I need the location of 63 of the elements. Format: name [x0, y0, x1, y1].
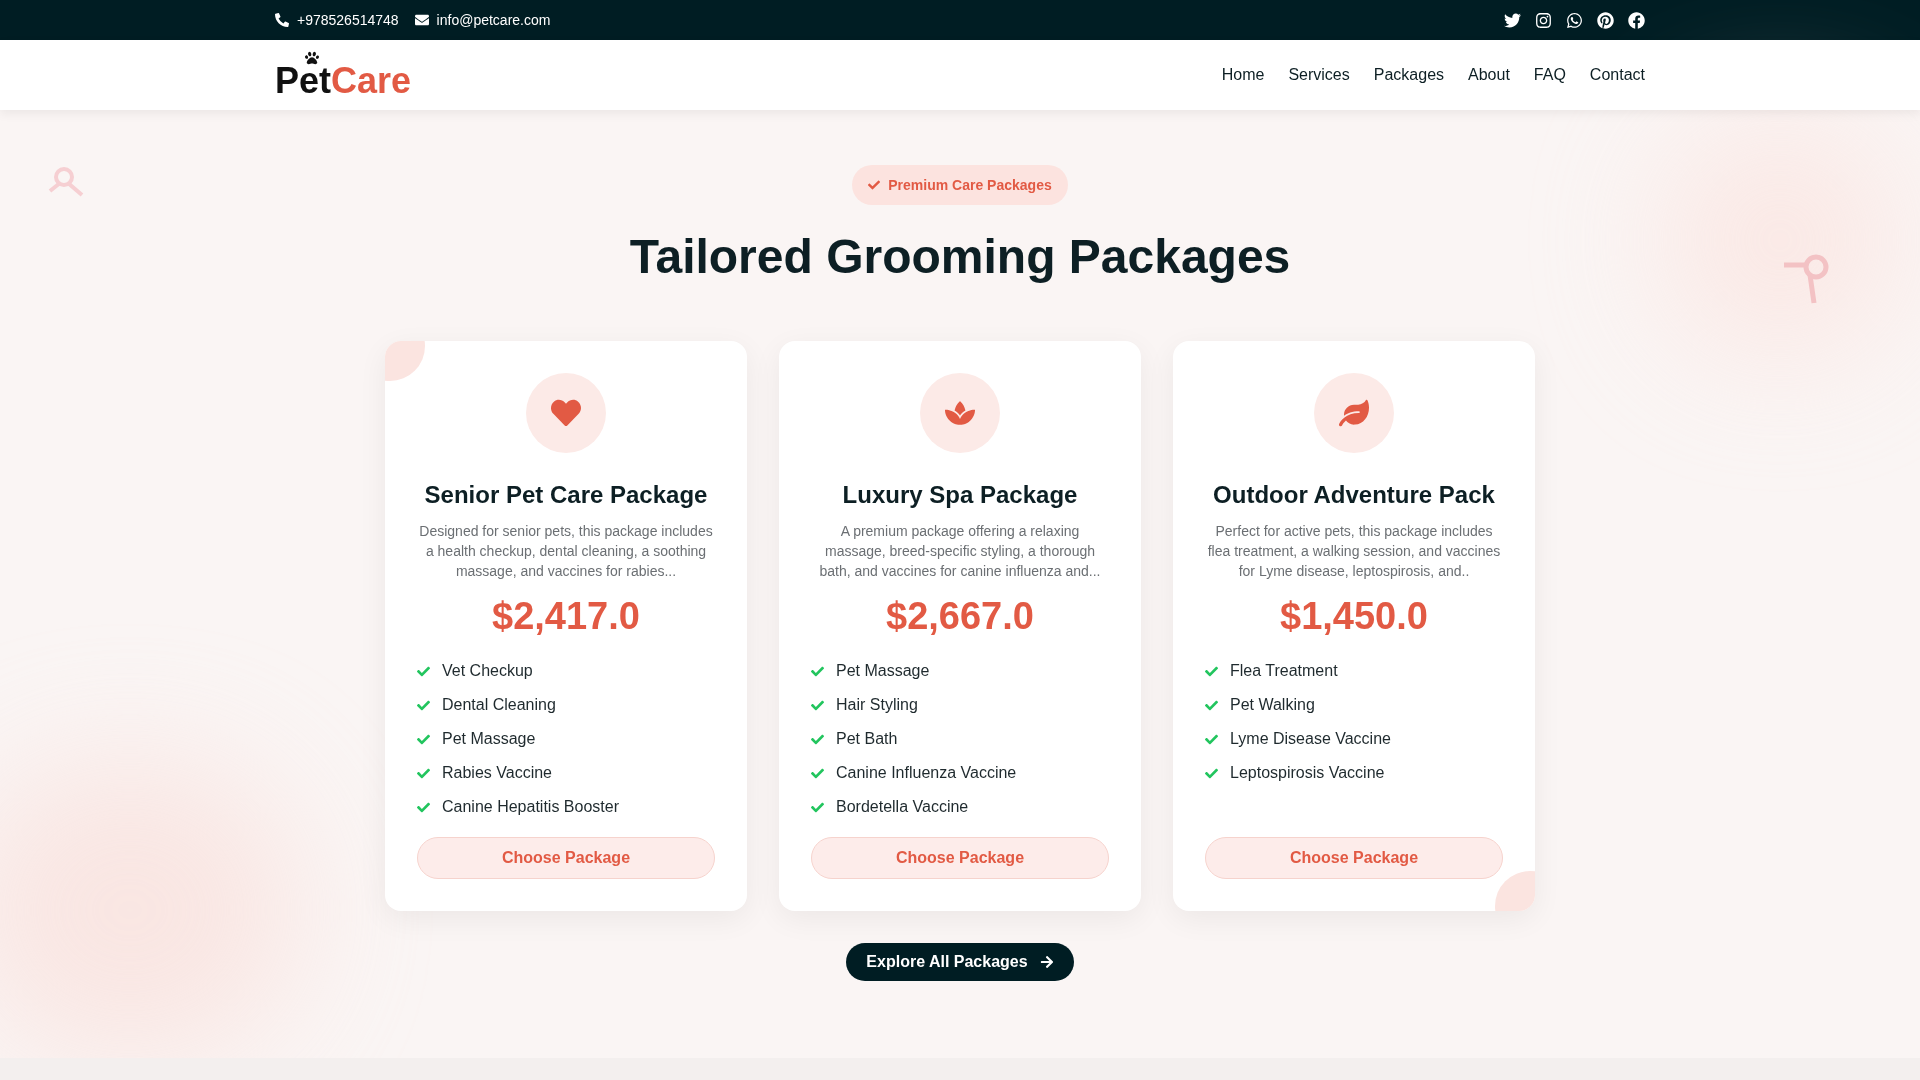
feature-text: Flea Treatment: [1230, 661, 1338, 681]
feature-text: Pet Massage: [836, 661, 930, 681]
phone-icon: [275, 13, 289, 27]
explore-packages-button[interactable]: Explore All Packages: [846, 943, 1074, 981]
paw-icon: [305, 51, 319, 65]
check-icon: [417, 732, 430, 746]
check-icon: [868, 179, 881, 191]
section-title: Tailored Grooming Packages: [629, 229, 1291, 285]
pin-logo-icon[interactable]: [1597, 11, 1614, 29]
feature-text: Leptospirosis Vaccine: [1230, 763, 1385, 783]
check-icon: [811, 732, 824, 746]
camera-icon[interactable]: [1535, 11, 1552, 29]
chat-phone-icon[interactable]: [1566, 11, 1583, 29]
arrow-right-icon: [1039, 955, 1054, 969]
hair-dryer-decoration-icon: [1784, 253, 1830, 305]
package-price: $2,667.0: [886, 597, 1034, 635]
check-icon: [1205, 664, 1218, 678]
package-title: Outdoor Adventure Pack: [1213, 480, 1495, 510]
feature-text: Lyme Disease Vaccine: [1230, 729, 1391, 749]
check-icon: [811, 698, 824, 712]
bird-icon[interactable]: [1504, 11, 1521, 29]
check-icon: [811, 766, 824, 780]
check-icon: [417, 766, 430, 780]
check-icon: [1205, 766, 1218, 780]
package-title: Senior Pet Care Package: [424, 480, 708, 510]
nav-link[interactable]: Services: [1288, 63, 1350, 87]
feature-text: Canine Hepatitis Booster: [442, 797, 619, 817]
check-icon: [1205, 698, 1218, 712]
nav-link[interactable]: Packages: [1373, 63, 1445, 87]
phone-number: +978526514748: [297, 10, 399, 30]
email-address: info@petcare.com: [436, 10, 551, 30]
f-logo-icon[interactable]: [1628, 11, 1645, 29]
feature-text: Bordetella Vaccine: [836, 797, 969, 817]
mail-icon: [414, 13, 429, 27]
feature-text: Rabies Vaccine: [442, 763, 552, 783]
feature-text: Hair Styling: [836, 695, 918, 715]
package-price: $2,417.0: [492, 597, 640, 635]
badge-text: Premium Care Packages: [888, 175, 1052, 195]
feature-text: Pet Walking: [1230, 695, 1315, 715]
heart-icon: [551, 398, 581, 428]
feature-text: Pet Massage: [442, 729, 536, 749]
package-description: Designed for senior pets, this package includes a health checkup, dental cleaning, a soothing massage, and vaccines for rabies...: [418, 522, 714, 581]
check-icon: [1205, 732, 1218, 746]
package-description: A premium package offering a relaxing massage, breed-specific styling, a thorough bath, and vaccines for canine influenza and...: [818, 522, 1102, 581]
feature-text: Dental Cleaning: [442, 695, 556, 715]
leaf-icon: [1339, 398, 1369, 428]
check-icon: [811, 664, 824, 678]
package-title: Luxury Spa Package: [842, 480, 1078, 510]
magnifier-decoration-icon: [46, 167, 84, 199]
logo[interactable]: PetCare: [275, 51, 412, 99]
package-price: $1,450.0: [1280, 597, 1428, 635]
feature-text: Vet Checkup: [442, 661, 533, 681]
check-icon: [417, 664, 430, 678]
nav-link[interactable]: FAQ: [1533, 63, 1566, 87]
check-icon: [811, 800, 824, 814]
check-icon: [417, 800, 430, 814]
nav-link[interactable]: Contact: [1589, 63, 1645, 87]
nav-link[interactable]: Home: [1221, 63, 1265, 87]
nav-link[interactable]: About: [1468, 63, 1510, 87]
package-description: Perfect for active pets, this package includes flea treatment, a walking session, and vaccines for Lyme disease, leptospirosis, and..: [1206, 522, 1502, 581]
check-icon: [417, 698, 430, 712]
feature-text: Canine Influenza Vaccine: [836, 763, 1017, 783]
feature-text: Pet Bath: [836, 729, 898, 749]
